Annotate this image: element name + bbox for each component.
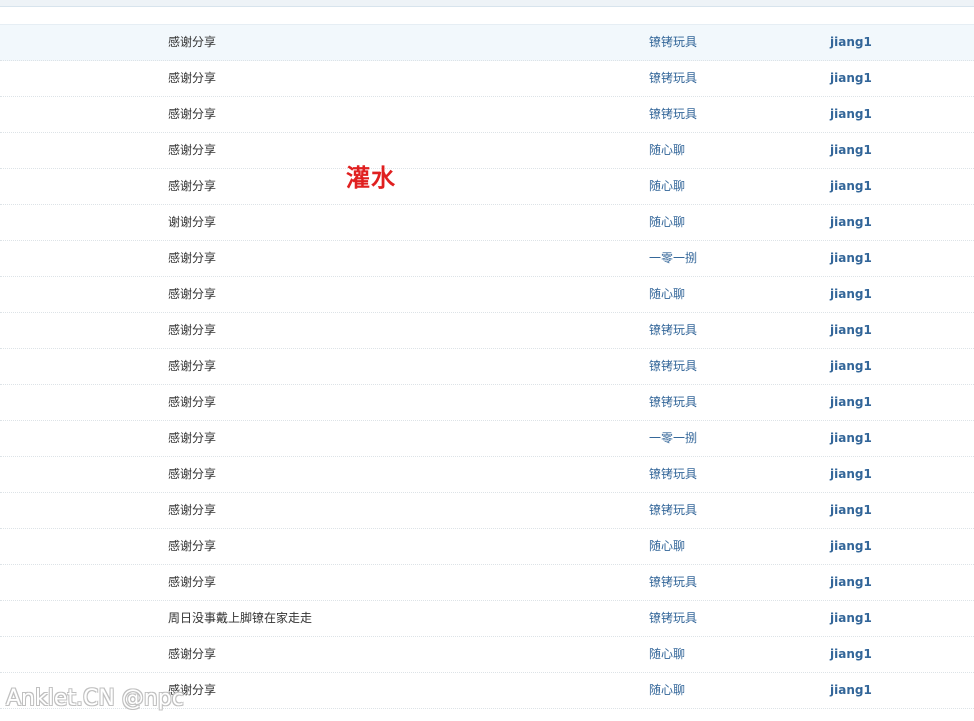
forum-link[interactable]: 镣铐玩具 bbox=[649, 385, 697, 420]
post-title-link[interactable]: 感谢分享 bbox=[168, 349, 216, 384]
author-link[interactable]: jiang1 bbox=[830, 565, 872, 600]
forum-link[interactable]: 随心聊 bbox=[649, 205, 685, 240]
table-row: 感谢分享 镣铐玩具 jiang1 bbox=[0, 24, 974, 61]
table-row: 感谢分享 随心聊 jiang1 bbox=[0, 637, 974, 673]
table-row: 感谢分享 镣铐玩具 jiang1 bbox=[0, 349, 974, 385]
author-link[interactable]: jiang1 bbox=[830, 277, 872, 312]
table-row: 感谢分享 随心聊 jiang1 bbox=[0, 529, 974, 565]
author-link[interactable]: jiang1 bbox=[830, 493, 872, 528]
post-title-link[interactable]: 谢谢分享 bbox=[168, 205, 216, 240]
top-header-band bbox=[0, 0, 974, 7]
watermark: Anklet.CN @npc bbox=[6, 686, 184, 711]
overlay-label: 灌水 bbox=[346, 164, 396, 192]
table-row: 感谢分享 镣铐玩具 jiang1 bbox=[0, 385, 974, 421]
post-title-link[interactable]: 感谢分享 bbox=[168, 133, 216, 168]
author-link[interactable]: jiang1 bbox=[830, 133, 872, 168]
forum-link[interactable]: 随心聊 bbox=[649, 169, 685, 204]
author-link[interactable]: jiang1 bbox=[830, 313, 872, 348]
post-title-link[interactable]: 感谢分享 bbox=[168, 277, 216, 312]
table-row: 感谢分享 镣铐玩具 jiang1 bbox=[0, 61, 974, 97]
post-title-link[interactable]: 感谢分享 bbox=[168, 565, 216, 600]
forum-link[interactable]: 镣铐玩具 bbox=[649, 349, 697, 384]
author-link[interactable]: jiang1 bbox=[830, 529, 872, 564]
author-link[interactable]: jiang1 bbox=[830, 25, 872, 60]
author-link[interactable]: jiang1 bbox=[830, 601, 872, 636]
post-title-link[interactable]: 周日没事戴上脚镣在家走走 bbox=[168, 601, 312, 636]
post-title-link[interactable]: 感谢分享 bbox=[168, 637, 216, 672]
author-link[interactable]: jiang1 bbox=[830, 169, 872, 204]
post-title-link[interactable]: 感谢分享 bbox=[168, 169, 216, 204]
post-title-link[interactable]: 感谢分享 bbox=[168, 97, 216, 132]
author-link[interactable]: jiang1 bbox=[830, 241, 872, 276]
author-link[interactable]: jiang1 bbox=[830, 349, 872, 384]
table-row: 感谢分享 镣铐玩具 jiang1 bbox=[0, 97, 974, 133]
table-row: 感谢分享 镣铐玩具 jiang1 bbox=[0, 457, 974, 493]
forum-link[interactable]: 随心聊 bbox=[649, 277, 685, 312]
forum-link[interactable]: 镣铐玩具 bbox=[649, 97, 697, 132]
author-link[interactable]: jiang1 bbox=[830, 205, 872, 240]
author-link[interactable]: jiang1 bbox=[830, 457, 872, 492]
post-title-link[interactable]: 感谢分享 bbox=[168, 421, 216, 456]
table-row: 周日没事戴上脚镣在家走走 镣铐玩具 jiang1 bbox=[0, 601, 974, 637]
post-title-link[interactable]: 感谢分享 bbox=[168, 25, 216, 60]
table-row: 感谢分享 镣铐玩具 jiang1 bbox=[0, 493, 974, 529]
table-row: 感谢分享 镣铐玩具 jiang1 bbox=[0, 313, 974, 349]
forum-link[interactable]: 一零一捌 bbox=[649, 421, 697, 456]
author-link[interactable]: jiang1 bbox=[830, 97, 872, 132]
post-title-link[interactable]: 感谢分享 bbox=[168, 493, 216, 528]
author-link[interactable]: jiang1 bbox=[830, 673, 872, 708]
forum-link[interactable]: 镣铐玩具 bbox=[649, 565, 697, 600]
forum-link[interactable]: 镣铐玩具 bbox=[649, 313, 697, 348]
post-title-link[interactable]: 感谢分享 bbox=[168, 313, 216, 348]
table-row: 感谢分享 一零一捌 jiang1 bbox=[0, 241, 974, 277]
table-row: 感谢分享 随心聊 jiang1 bbox=[0, 169, 974, 205]
author-link[interactable]: jiang1 bbox=[830, 61, 872, 96]
forum-link[interactable]: 随心聊 bbox=[649, 133, 685, 168]
table-row: 感谢分享 随心聊 jiang1 bbox=[0, 277, 974, 313]
forum-link[interactable]: 镣铐玩具 bbox=[649, 61, 697, 96]
author-link[interactable]: jiang1 bbox=[830, 385, 872, 420]
forum-link[interactable]: 镣铐玩具 bbox=[649, 25, 697, 60]
post-title-link[interactable]: 感谢分享 bbox=[168, 385, 216, 420]
forum-link[interactable]: 随心聊 bbox=[649, 529, 685, 564]
forum-link[interactable]: 镣铐玩具 bbox=[649, 493, 697, 528]
table-row: 感谢分享 随心聊 jiang1 bbox=[0, 133, 974, 169]
post-title-link[interactable]: 感谢分享 bbox=[168, 529, 216, 564]
table-row: 感谢分享 一零一捌 jiang1 bbox=[0, 421, 974, 457]
forum-link[interactable]: 镣铐玩具 bbox=[649, 457, 697, 492]
forum-link[interactable]: 随心聊 bbox=[649, 637, 685, 672]
post-title-link[interactable]: 感谢分享 bbox=[168, 61, 216, 96]
table-row: 感谢分享 镣铐玩具 jiang1 bbox=[0, 565, 974, 601]
post-list: 感谢分享 镣铐玩具 jiang1 感谢分享 镣铐玩具 jiang1 感谢分享 镣铐玩具 jian… bbox=[0, 24, 974, 709]
forum-link[interactable]: 一零一捌 bbox=[649, 241, 697, 276]
forum-link[interactable]: 镣铐玩具 bbox=[649, 601, 697, 636]
author-link[interactable]: jiang1 bbox=[830, 421, 872, 456]
post-title-link[interactable]: 感谢分享 bbox=[168, 241, 216, 276]
table-row: 谢谢分享 随心聊 jiang1 bbox=[0, 205, 974, 241]
post-title-link[interactable]: 感谢分享 bbox=[168, 457, 216, 492]
author-link[interactable]: jiang1 bbox=[830, 637, 872, 672]
forum-link[interactable]: 随心聊 bbox=[649, 673, 685, 708]
